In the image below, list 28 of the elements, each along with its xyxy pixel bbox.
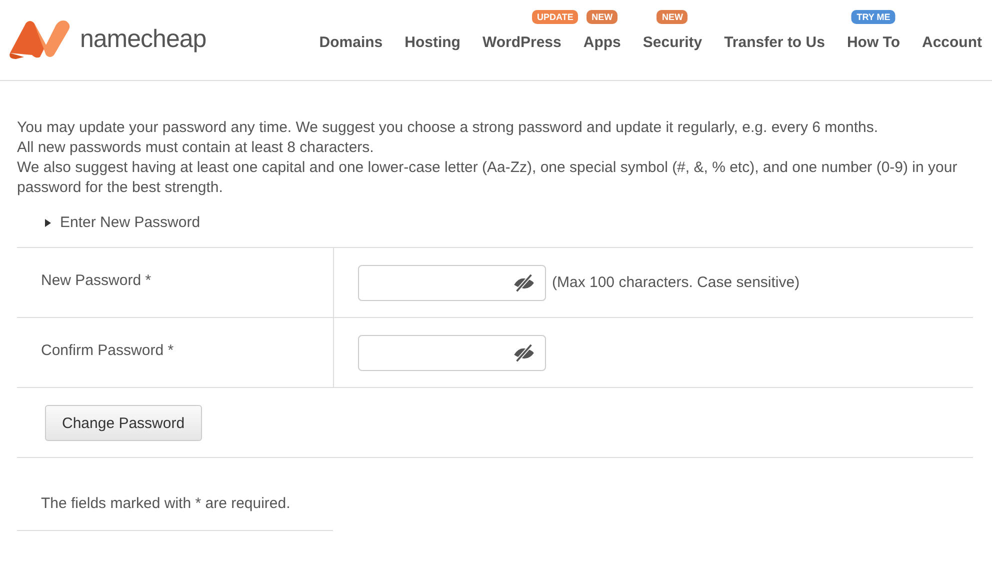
nav-link[interactable]: Hosting <box>404 34 460 51</box>
nav-badge: NEW <box>586 10 618 24</box>
logo-text[interactable]: namecheap <box>80 24 206 54</box>
intro-text: You may update your password any time. We suggest you choose a strong password and update it regularly, e.g. every 6 months. <box>17 118 880 138</box>
nav-link[interactable]: Transfer to Us <box>724 34 825 51</box>
nav-link[interactable]: Account <box>922 34 982 51</box>
eye-slash-icon[interactable] <box>513 274 535 292</box>
section-title[interactable]: Enter New Password <box>60 214 200 231</box>
caret-icon[interactable] <box>45 218 51 226</box>
nav-link[interactable]: Apps <box>583 34 621 51</box>
intro-text: All new passwords must contain at least 8 characters. <box>17 138 375 158</box>
change-password-button[interactable]: Change Password <box>45 405 202 441</box>
field-hint: (Max 100 characters. Case sensitive) <box>552 274 800 291</box>
password-field[interactable] <box>358 264 546 300</box>
nav-link[interactable]: How To <box>846 34 900 51</box>
nav-badge: TRY ME <box>852 10 896 24</box>
eye-slash-icon[interactable] <box>513 344 535 362</box>
intro-text: We also suggest having at least one capital and one lower-case letter (Aa-Zz), one special symbol (#, &, % etc), and one number (0-9) in your password for the best strength. <box>17 158 958 198</box>
password-field[interactable] <box>358 334 546 370</box>
nav-badge: UPDATE <box>532 10 578 24</box>
nav-link[interactable]: WordPress <box>482 34 562 51</box>
field-label: New Password * <box>41 272 152 289</box>
required-note: The fields marked with * are required. <box>41 495 290 512</box>
nav-badge: NEW <box>656 10 688 24</box>
nav-link[interactable]: Domains <box>319 34 383 51</box>
logo-icon <box>8 19 72 59</box>
field-label: Confirm Password * <box>41 342 174 359</box>
nav-link[interactable]: Security <box>642 34 702 51</box>
